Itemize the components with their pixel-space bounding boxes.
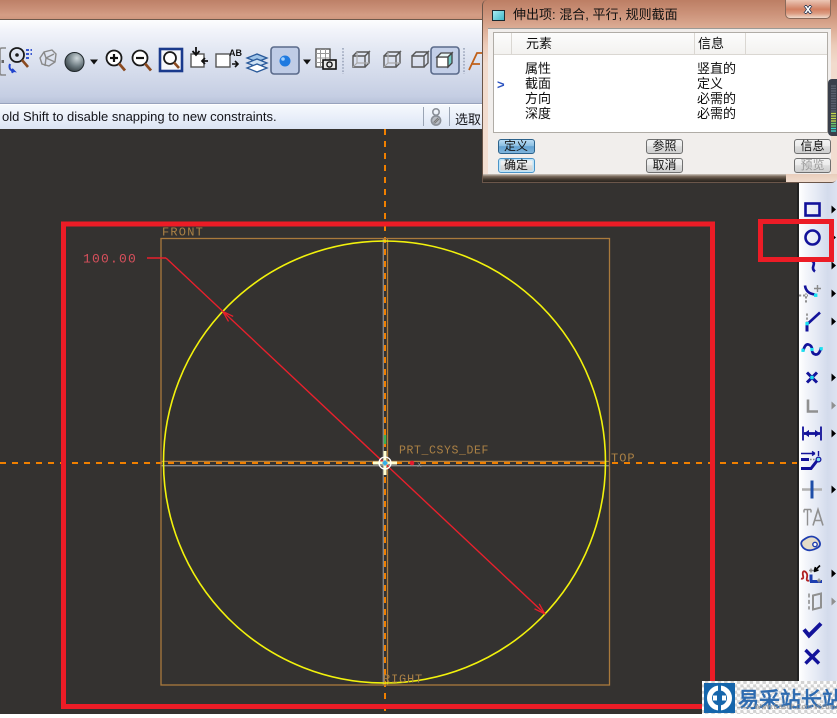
svg-text:RIGHT: RIGHT [383, 673, 423, 687]
svg-text:AB: AB [229, 48, 242, 58]
svg-text:FRONT: FRONT [162, 226, 204, 240]
svg-text:x: x [417, 461, 422, 470]
svg-text:100.00: 100.00 [83, 252, 137, 267]
svg-text:PRT_CSYS_DEF: PRT_CSYS_DEF [399, 445, 489, 458]
svg-text:TOP: TOP [611, 452, 636, 466]
